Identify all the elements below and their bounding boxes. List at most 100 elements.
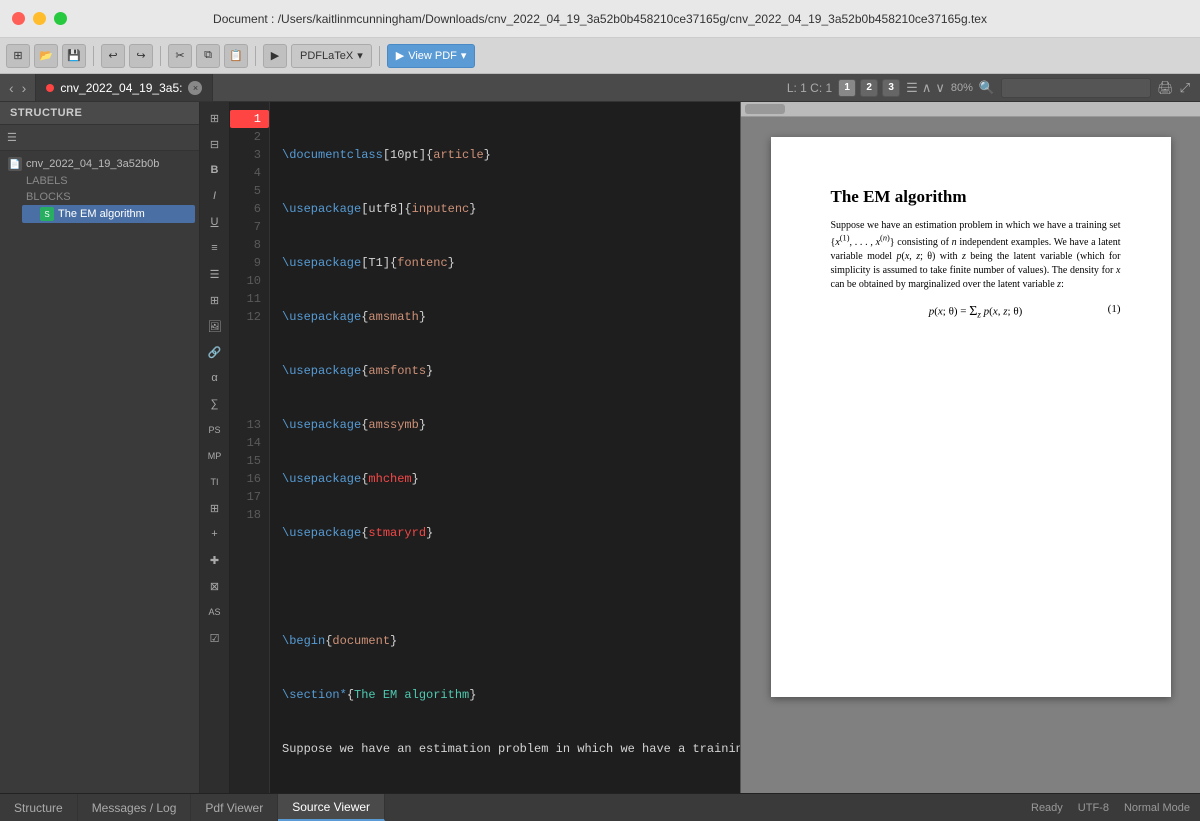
pdf-content-area[interactable]: The EM algorithm Suppose we have an esti… — [741, 117, 1200, 793]
tab-back-button[interactable]: ‹ — [6, 80, 17, 96]
line-num-10: 10 — [230, 272, 269, 290]
status-ready: Ready — [1031, 802, 1063, 814]
open-file-button[interactable]: 📂 — [34, 44, 58, 68]
sidebar-btn-math[interactable]: ∑ — [203, 392, 227, 416]
sidebar-btn-align[interactable]: ≡ — [203, 236, 227, 260]
blocks-text: BLOCKS — [26, 191, 71, 203]
save-file-button[interactable]: 💾 — [62, 44, 86, 68]
tree-blocks[interactable]: BLOCKS — [22, 189, 195, 205]
view-mode-3[interactable]: 3 — [882, 79, 900, 97]
sidebar-btn-mp[interactable]: MP — [203, 444, 227, 468]
code-editor[interactable]: \documentclass[10pt]{article} \usepackag… — [270, 102, 740, 793]
toolbar-extras: ☰ ∧ ∨ — [906, 80, 945, 96]
chevron-down-icon[interactable]: ∨ — [935, 80, 945, 96]
line-num-20: 15 — [230, 452, 269, 470]
sidebar-btn-1[interactable]: ⊞ — [203, 106, 227, 130]
copy-button[interactable]: ⧉ — [196, 44, 220, 68]
left-icon-sidebar: ⊞ ⊟ B I U ≡ ☰ ⊞ 🖼 🔗 α ∑ PS MP TI ⊞ + ✚ ⊠… — [200, 102, 230, 793]
tab-bar: ‹ › cnv_2022_04_19_3a5: × L: 1 C: 1 1 2 … — [0, 74, 1200, 102]
line-num-6: 6 — [230, 200, 269, 218]
cursor-position: L: 1 C: 1 — [787, 81, 832, 95]
tree-section-item[interactable]: S The EM algorithm — [22, 205, 195, 223]
redo-button[interactable]: ↪ — [129, 44, 153, 68]
tree-file-name: cnv_2022_04_19_3a52b0b — [26, 158, 159, 170]
sidebar-btn-calc[interactable]: ⊠ — [203, 574, 227, 598]
paste-button[interactable]: 📋 — [224, 44, 248, 68]
code-line-10: \begin{document} — [282, 632, 728, 650]
bottom-tab-structure[interactable]: Structure — [0, 794, 78, 821]
new-file-button[interactable]: ⊞ — [6, 44, 30, 68]
sidebar-btn-2[interactable]: ⊟ — [203, 132, 227, 156]
line-num-23: 18 — [230, 506, 269, 524]
code-line-7: \usepackage{mhchem} — [282, 470, 728, 488]
line-num-2: 2 — [230, 128, 269, 146]
line-num-9: 9 — [230, 254, 269, 272]
fullscreen-icon[interactable]: ⤢ — [1180, 80, 1190, 96]
minimize-button[interactable] — [33, 12, 46, 25]
chevron-up-icon[interactable]: ∧ — [922, 80, 932, 96]
encoding-label: UTF-8 — [1078, 802, 1109, 814]
bottom-tab-bar: Structure Messages / Log Pdf Viewer Sour… — [0, 793, 1200, 821]
mode-label: Normal Mode — [1124, 802, 1190, 814]
section-icon: S — [40, 207, 54, 221]
pdf-title: The EM algorithm — [831, 187, 1121, 207]
tab-info-area: L: 1 C: 1 1 2 3 ☰ ∧ ∨ 80% 🔍 🖨 ⤢ — [777, 74, 1200, 101]
code-line-3: \usepackage[T1]{fontenc} — [282, 254, 728, 272]
line-num-1: 1 — [230, 110, 269, 128]
struct-btn-menu[interactable]: ☰ — [4, 129, 20, 146]
pdftex-chevron: ▾ — [357, 49, 363, 62]
sidebar-btn-link[interactable]: 🔗 — [203, 340, 227, 364]
cut-button[interactable]: ✂ — [168, 44, 192, 68]
sidebar-btn-list[interactable]: ☰ — [203, 262, 227, 286]
sidebar-btn-table[interactable]: ⊞ — [203, 288, 227, 312]
sidebar-btn-ps[interactable]: PS — [203, 418, 227, 442]
line-num-11: 11 — [230, 290, 269, 308]
editor-area: 1 2 3 4 5 6 7 8 9 10 11 12 13 14 15 — [230, 102, 740, 793]
view-mode-buttons: 1 2 3 — [838, 79, 900, 97]
sidebar-btn-plusx[interactable]: ✚ — [203, 548, 227, 572]
viewpdf-button[interactable]: ▶ View PDF ▾ — [387, 44, 476, 68]
viewpdf-label: View PDF — [408, 50, 457, 62]
bottom-tab-pdfviewer[interactable]: Pdf Viewer — [191, 794, 278, 821]
sidebar-btn-bold[interactable]: B — [203, 158, 227, 182]
tree-labels[interactable]: LABELS — [22, 173, 195, 189]
sidebar-btn-italic[interactable]: I — [203, 184, 227, 208]
tree-labels-section: LABELS BLOCKS S The EM algorithm — [4, 173, 195, 223]
window-title: Document : /Users/kaitlinmcunningham/Dow… — [213, 12, 987, 26]
bottom-tab-messages[interactable]: Messages / Log — [78, 794, 192, 821]
tab-forward-button[interactable]: › — [19, 80, 30, 96]
sidebar-btn-plus[interactable]: + — [203, 522, 227, 546]
sidebar-btn-ti[interactable]: TI — [203, 470, 227, 494]
sidebar-btn-as[interactable]: AS — [203, 600, 227, 624]
close-button[interactable] — [12, 12, 25, 25]
pdf-scroll-top[interactable] — [741, 102, 1200, 117]
menu-icon[interactable]: ☰ — [906, 80, 918, 96]
maximize-button[interactable] — [54, 12, 67, 25]
line-num-14 — [230, 344, 269, 362]
sidebar-btn-extra[interactable]: ☑ — [203, 626, 227, 650]
sidebar-btn-alpha[interactable]: α — [203, 366, 227, 390]
view-mode-1[interactable]: 1 — [838, 79, 856, 97]
tab-close-button[interactable]: × — [188, 81, 202, 95]
bottom-tab-sourceviewer[interactable]: Source Viewer — [278, 794, 385, 821]
main-toolbar: ⊞ 📂 💾 ↩ ↪ ✂ ⧉ 📋 ▶ PDFLaTeX ▾ ▶ View PDF … — [0, 38, 1200, 74]
code-line-9 — [282, 578, 728, 596]
view-mode-2[interactable]: 2 — [860, 79, 878, 97]
titlebar: Document : /Users/kaitlinmcunningham/Dow… — [0, 0, 1200, 38]
scroll-handle-top — [745, 104, 785, 114]
sidebar-btn-image[interactable]: 🖼 — [203, 314, 227, 338]
line-num-15 — [230, 362, 269, 380]
play-icon: ▶ — [396, 49, 404, 62]
sidebar-btn-underline[interactable]: U — [203, 210, 227, 234]
print-icon[interactable]: 🖨 — [1157, 80, 1174, 96]
tab-main-file[interactable]: cnv_2022_04_19_3a5: × — [36, 74, 213, 101]
tree-file-item[interactable]: 📄 cnv_2022_04_19_3a52b0b — [4, 155, 195, 173]
search-icon[interactable]: 🔍 — [979, 80, 995, 96]
search-input[interactable] — [1001, 78, 1151, 98]
line-num-19: 14 — [230, 434, 269, 452]
build-button[interactable]: ▶ — [263, 44, 287, 68]
editor-content[interactable]: 1 2 3 4 5 6 7 8 9 10 11 12 13 14 15 — [230, 102, 740, 793]
sidebar-btn-table2[interactable]: ⊞ — [203, 496, 227, 520]
pdftex-selector[interactable]: PDFLaTeX ▾ — [291, 44, 372, 68]
undo-button[interactable]: ↩ — [101, 44, 125, 68]
